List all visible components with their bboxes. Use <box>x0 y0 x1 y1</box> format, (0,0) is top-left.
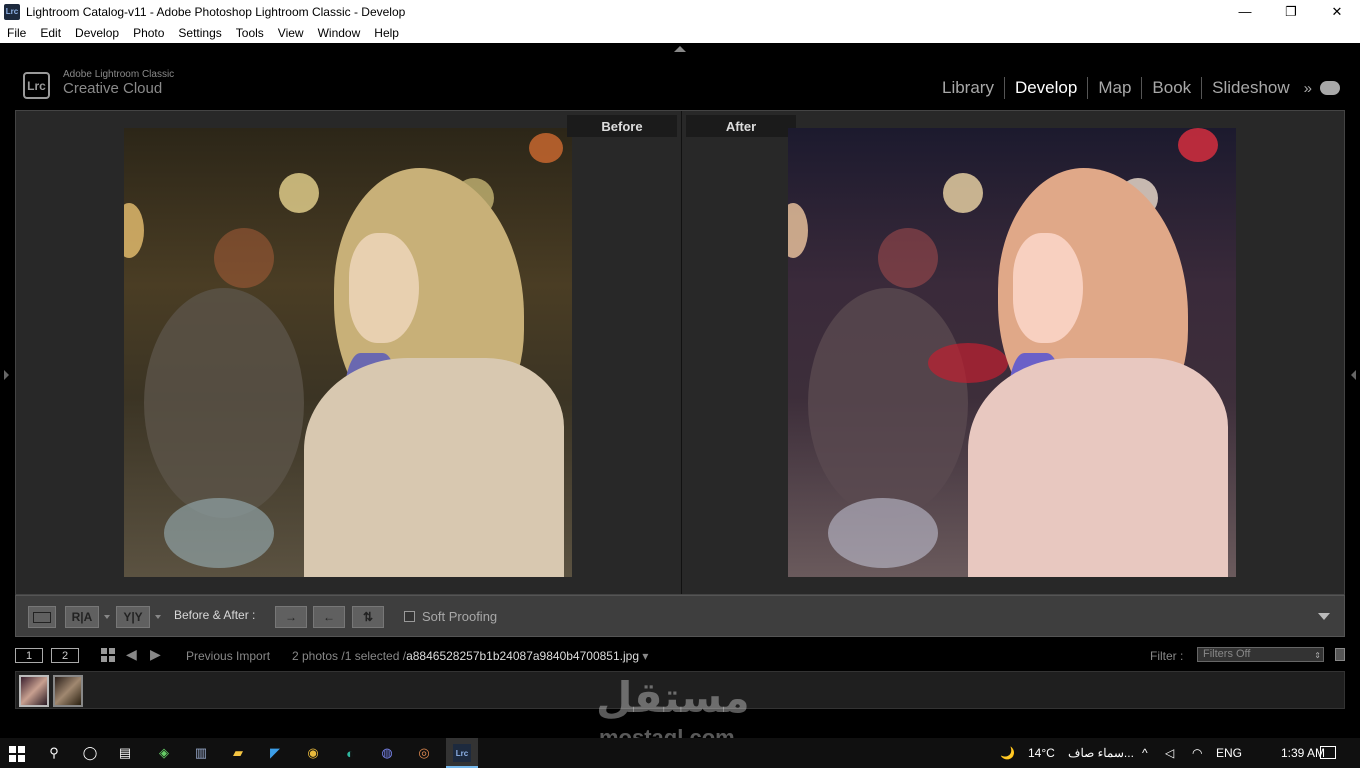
before-photo[interactable] <box>124 128 572 577</box>
photo-count: 2 photos /1 selected / <box>292 649 407 663</box>
module-picker: Library Develop Map Book Slideshow » <box>932 77 1340 99</box>
tray-chevron-icon[interactable]: ^ <box>1142 746 1148 760</box>
task-view-icon[interactable]: ▤ <box>116 744 134 762</box>
module-slideshow[interactable]: Slideshow <box>1202 77 1300 99</box>
right-panel-toggle-icon[interactable] <box>1351 370 1356 380</box>
after-pane: After <box>681 111 1344 594</box>
loupe-view-icon <box>33 611 51 623</box>
wifi-icon[interactable]: ◠ <box>1192 746 1202 760</box>
weather-text[interactable]: سماء صاف... <box>1068 746 1134 760</box>
search-icon[interactable]: ⚲ <box>45 744 63 762</box>
main-window-button[interactable]: 1 <box>15 648 43 663</box>
weather-icon[interactable]: 🌙 <box>1000 746 1015 760</box>
more-modules-icon[interactable]: » <box>1300 80 1316 97</box>
selected-filename[interactable]: a8846528257b1b24087a9840b4700851.jpg <box>406 649 639 663</box>
after-label: After <box>686 115 796 137</box>
maximize-button[interactable]: ❐ <box>1268 0 1314 23</box>
after-photo[interactable] <box>788 128 1236 577</box>
forward-arrow-icon[interactable]: ▶ <box>150 646 161 663</box>
menu-window[interactable]: Window <box>311 26 368 40</box>
filmstrip-header: 1 2 ◀ ▶ Previous Import 2 photos /1 sele… <box>0 642 1360 669</box>
menu-photo[interactable]: Photo <box>126 26 171 40</box>
before-after-yy-dropdown-icon[interactable] <box>155 615 161 619</box>
menu-tools[interactable]: Tools <box>229 26 271 40</box>
before-after-yy-button[interactable]: Y|Y <box>116 606 150 628</box>
chrome-icon[interactable]: ◉ <box>304 744 322 762</box>
language-indicator[interactable]: ENG <box>1216 746 1242 760</box>
before-after-lr-dropdown-icon[interactable] <box>104 615 110 619</box>
loupe-view-button[interactable] <box>28 606 56 628</box>
menu-bar: File Edit Develop Photo Settings Tools V… <box>0 23 1360 43</box>
swap-before-after-button[interactable]: ⇅ <box>352 606 384 628</box>
before-after-lr-button[interactable]: R|A <box>65 606 99 628</box>
filter-spinner-icon: ⇕ <box>1314 651 1321 660</box>
title-bar: Lrc Lightroom Catalog-v11 - Adobe Photos… <box>0 0 1360 23</box>
filmstrip-thumbnail[interactable] <box>53 675 83 707</box>
vscode-icon[interactable]: ◤ <box>266 744 284 762</box>
toolbar-content-dropdown-icon[interactable] <box>1318 613 1330 620</box>
top-panel: Lrc Adobe Lightroom Classic Creative Clo… <box>0 43 1360 110</box>
cortana-icon[interactable]: ◯ <box>81 744 99 762</box>
minimize-button[interactable]: — <box>1222 0 1268 23</box>
menu-develop[interactable]: Develop <box>68 26 126 40</box>
filter-lock-icon[interactable] <box>1335 648 1345 661</box>
identity-product: Adobe Lightroom Classic <box>63 69 175 80</box>
menu-help[interactable]: Help <box>367 26 406 40</box>
filename-dropdown-icon[interactable]: ▾ <box>642 649 648 663</box>
close-button[interactable]: ✕ <box>1314 0 1360 23</box>
discord-icon[interactable]: ◍ <box>378 744 396 762</box>
develop-toolbar: R|A Y|Y Before & After : → ← ⇅ Soft Proo… <box>15 595 1345 637</box>
filter-select[interactable]: Filters Off ⇕ <box>1197 647 1324 662</box>
taskbar: ⚲ ◯ ▤ ◈ ▥ ▰ ◤ ◉ ◐ ◍ ◎ Lrc 🌙 14°C سماء صا… <box>0 738 1360 768</box>
window-title: Lightroom Catalog-v11 - Adobe Photoshop … <box>26 4 406 19</box>
media-player-icon[interactable]: ◎ <box>415 744 433 762</box>
app-icon-2[interactable]: ▥ <box>192 744 210 762</box>
app-icon-1[interactable]: ◈ <box>155 744 173 762</box>
temperature[interactable]: 14°C <box>1028 746 1055 760</box>
lrc-logo-icon: Lrc <box>23 72 50 99</box>
selection-count: 2 photos /1 selected /a8846528257b1b2408… <box>292 649 648 663</box>
lightroom-app-icon: Lrc <box>4 3 20 20</box>
left-panel-toggle-icon[interactable] <box>4 370 9 380</box>
module-develop[interactable]: Develop <box>1005 77 1089 99</box>
copy-before-to-after-button[interactable]: → <box>275 606 307 628</box>
identity-plan: Creative Cloud <box>63 80 163 97</box>
volume-icon[interactable]: ◁ <box>1165 746 1174 760</box>
soft-proofing-label[interactable]: Soft Proofing <box>422 609 497 624</box>
file-explorer-icon[interactable]: ▰ <box>229 744 247 762</box>
windows-start-icon[interactable] <box>9 746 25 762</box>
lightroom-taskbar-button[interactable]: Lrc <box>446 738 478 768</box>
clock[interactable]: 1:39 AM <box>1281 746 1325 760</box>
filmstrip-thumbnail[interactable] <box>19 675 49 707</box>
notifications-icon[interactable] <box>1320 746 1336 759</box>
menu-settings[interactable]: Settings <box>171 26 228 40</box>
menu-file[interactable]: File <box>0 26 33 40</box>
window-controls: — ❐ ✕ <box>1222 0 1360 23</box>
module-library[interactable]: Library <box>932 77 1005 99</box>
watermark-arabic: مستقل <box>596 673 750 722</box>
module-map[interactable]: Map <box>1088 77 1143 99</box>
compare-view: Before After <box>15 110 1345 595</box>
cloud-sync-icon[interactable] <box>1320 81 1340 95</box>
lightroom-taskbar-icon: Lrc <box>453 744 471 762</box>
filter-label: Filter : <box>1150 649 1184 663</box>
secondary-window-button[interactable]: 2 <box>51 648 79 663</box>
before-pane: Before <box>16 111 679 594</box>
collapse-top-panel-icon[interactable] <box>674 46 686 52</box>
module-book[interactable]: Book <box>1142 77 1203 99</box>
edge-icon[interactable]: ◐ <box>341 744 359 762</box>
copy-after-to-before-button[interactable]: ← <box>313 606 345 628</box>
grid-view-icon[interactable] <box>101 648 115 662</box>
menu-edit[interactable]: Edit <box>33 26 68 40</box>
before-after-label: Before & After : <box>174 608 256 622</box>
menu-view[interactable]: View <box>271 26 311 40</box>
back-arrow-icon[interactable]: ◀ <box>126 646 137 663</box>
soft-proofing-checkbox[interactable] <box>404 611 415 622</box>
filter-value: Filters Off <box>1203 648 1251 660</box>
before-label: Before <box>567 115 677 137</box>
source-label[interactable]: Previous Import <box>186 649 270 663</box>
